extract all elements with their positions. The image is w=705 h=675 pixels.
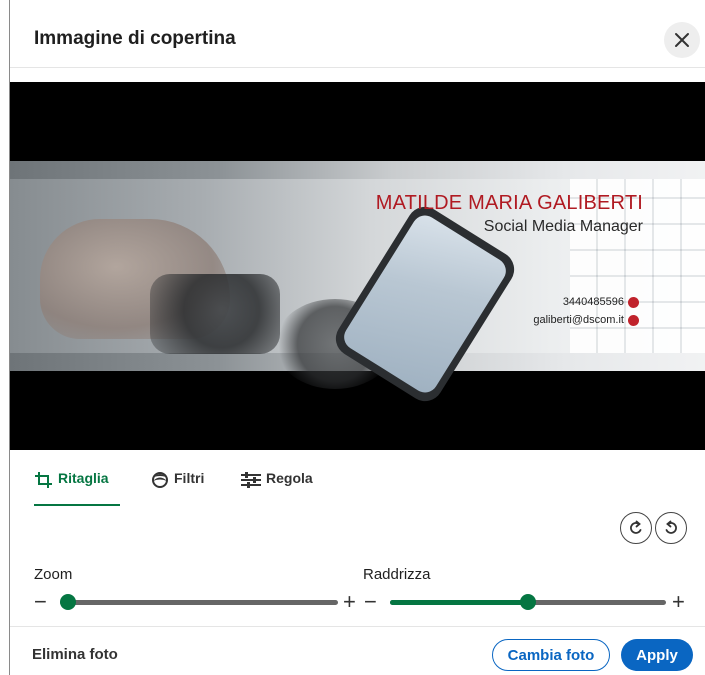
banner-phone: 3440485596 [563,296,639,308]
zoom-track[interactable] [60,600,338,605]
zoom-label: Zoom [34,566,73,583]
delete-photo-button[interactable]: Elimina foto [32,646,118,663]
tab-filters[interactable]: Filtri [150,470,204,506]
filter-icon [152,472,168,488]
apply-button[interactable]: Apply [621,639,693,671]
straighten-fill [390,600,528,605]
dialog-title: Immagine di copertina [34,28,236,49]
banner-email-text: galiberti@dscom.it [533,314,624,326]
sliders-icon [241,472,261,488]
straighten-plus-button[interactable]: + [672,591,685,613]
photo-camera [150,274,280,354]
tab-adjust-label: Regola [266,470,313,486]
phone-icon [628,296,639,308]
tab-filters-label: Filtri [174,470,205,486]
straighten-minus-button[interactable]: − [364,591,377,613]
rotate-right-button[interactable] [655,512,687,544]
tab-adjust[interactable]: Regola [240,470,313,506]
zoom-plus-button[interactable]: + [343,591,356,613]
tab-crop[interactable]: Ritaglia [34,470,120,506]
banner-name: MATILDE MARIA GALIBERTI [375,192,643,214]
close-icon [675,33,689,47]
zoom-thumb[interactable] [60,594,76,610]
mail-icon [628,314,639,326]
crop-icon [35,472,52,488]
straighten-thumb[interactable] [520,594,536,610]
image-editor-canvas[interactable]: MATILDE MARIA GALIBERTI Social Media Man… [10,82,705,450]
straighten-label: Raddrizza [363,566,431,583]
tab-crop-label: Ritaglia [58,470,109,486]
banner-role: Social Media Manager [483,218,643,235]
zoom-minus-button[interactable]: − [34,591,47,613]
rotate-left-icon [630,520,642,534]
banner-phone-text: 3440485596 [562,296,624,308]
rotate-left-button[interactable] [620,512,652,544]
change-photo-button[interactable]: Cambia foto [492,639,610,671]
rotate-right-icon [665,520,677,534]
banner-email: galiberti@dscom.it [533,314,639,326]
close-button[interactable] [664,22,700,58]
dialog-header: Immagine di copertina [10,0,705,68]
